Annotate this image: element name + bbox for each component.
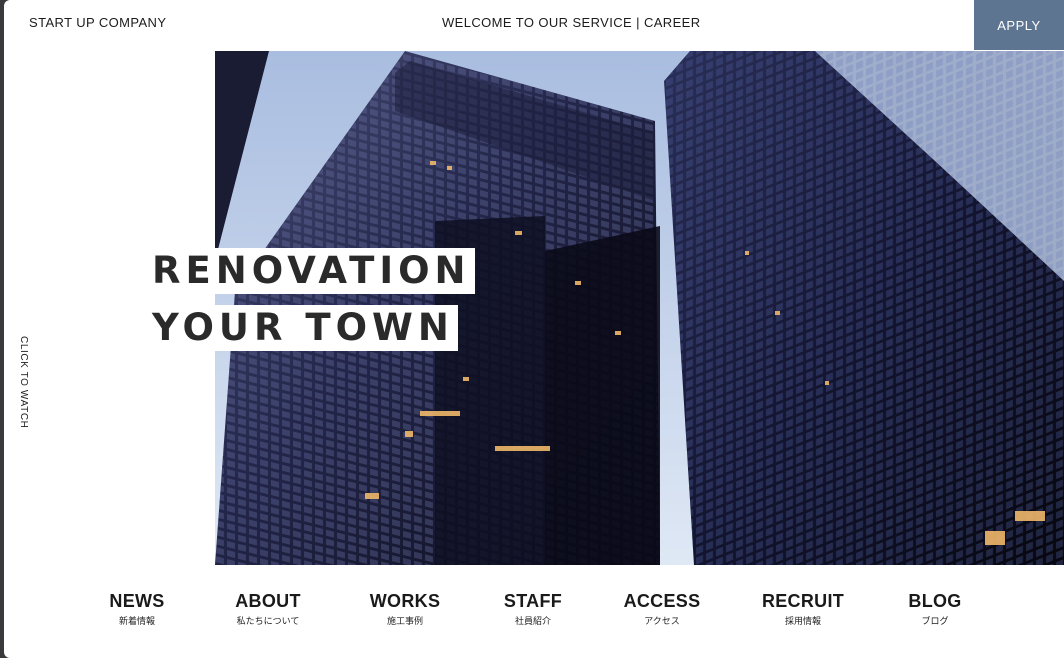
nav-sublabel: 採用情報 <box>784 616 822 626</box>
nav-item-about[interactable]: ABOUT 私たちについて <box>235 590 301 627</box>
page: START UP COMPANY WELCOME TO OUR SERVICE … <box>4 0 1064 658</box>
nav-item-news[interactable]: NEWS 新着情報 <box>109 590 164 627</box>
nav-label: BLOG <box>908 591 962 611</box>
click-to-watch-link[interactable]: CLICK TO WATCH <box>18 336 29 428</box>
nav-label: ABOUT <box>235 591 301 611</box>
nav-sublabel: 私たちについて <box>236 616 300 626</box>
nav-sublabel: アクセス <box>644 616 680 626</box>
nav-item-blog[interactable]: BLOG ブログ <box>908 590 961 627</box>
nav-label: STAFF <box>503 591 563 611</box>
nav-label: WORKS <box>369 591 441 611</box>
header-links: WELCOME TO OUR SERVICE | CAREER <box>442 15 701 30</box>
headline-line-1: RENOVATION <box>148 248 475 294</box>
nav-item-recruit[interactable]: RECRUIT 採用情報 <box>762 590 844 627</box>
hero-headline: RENOVATION YOUR TOWN <box>148 248 475 351</box>
brand-name[interactable]: START UP COMPANY <box>29 15 166 30</box>
nav-label: RECRUIT <box>761 591 845 611</box>
nav-item-access[interactable]: ACCESS アクセス <box>624 590 701 627</box>
nav-sublabel: ブログ <box>921 616 949 626</box>
bottom-nav: NEWS 新着情報 ABOUT 私たちについて WORKS 施工事例 STAFF… <box>4 590 1064 640</box>
career-link[interactable]: CAREER <box>644 15 701 30</box>
headline-line-2: YOUR TOWN <box>148 305 458 351</box>
separator: | <box>636 15 640 30</box>
nav-item-works[interactable]: WORKS 施工事例 <box>370 590 441 627</box>
nav-sublabel: 施工事例 <box>386 616 423 626</box>
nav-sublabel: 社員紹介 <box>514 616 551 626</box>
apply-button[interactable]: APPLY <box>974 0 1064 50</box>
welcome-link[interactable]: WELCOME TO OUR SERVICE <box>442 15 632 30</box>
nav-label: NEWS <box>109 591 165 611</box>
nav-label: ACCESS <box>623 591 701 611</box>
nav-sublabel: 新着情報 <box>118 616 156 626</box>
nav-item-staff[interactable]: STAFF 社員紹介 <box>504 590 562 627</box>
